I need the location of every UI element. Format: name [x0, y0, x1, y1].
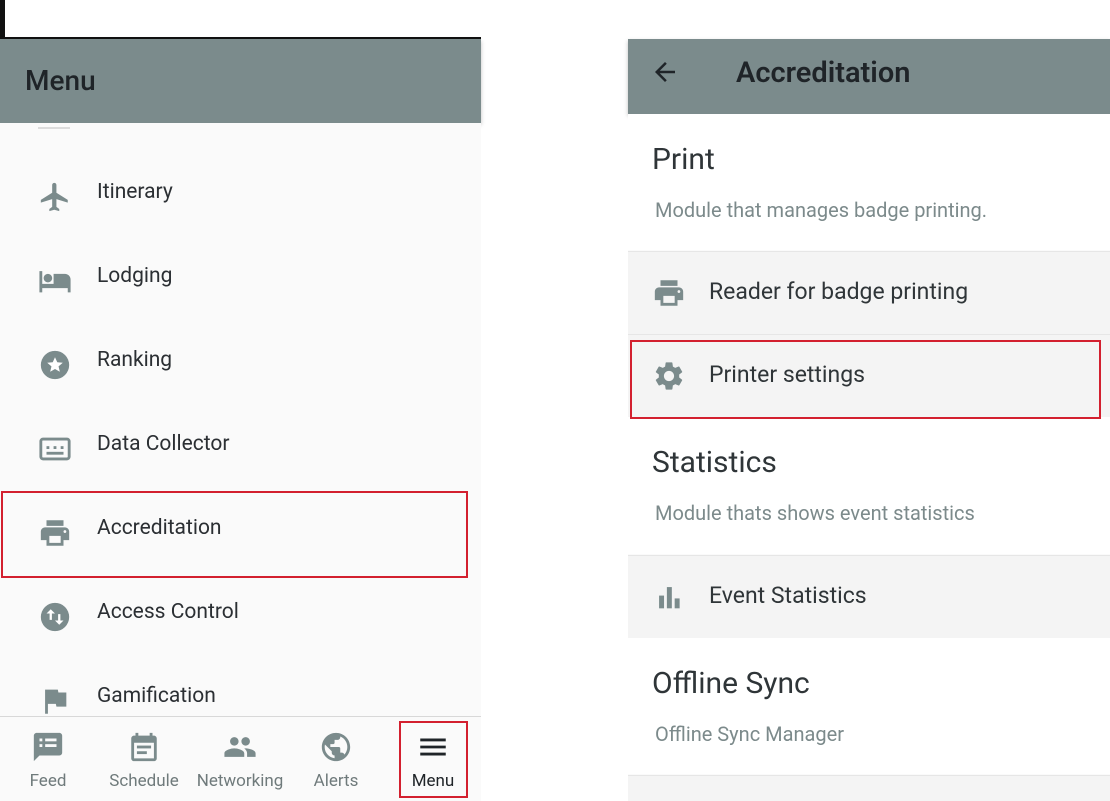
tab-label: Alerts: [313, 771, 359, 791]
section-offline-sync: Offline Sync Offline Sync Manager: [628, 638, 1110, 774]
people-icon: [224, 737, 256, 757]
status-area: [628, 0, 1110, 39]
highlight-printer-settings: [630, 340, 1101, 419]
row-reader-badge-printing[interactable]: Reader for badge printing: [628, 251, 1110, 334]
section-print: Print Module that manages badge printing…: [628, 114, 1110, 250]
menu-item-label: Itinerary: [97, 180, 173, 204]
back-arrow-icon[interactable]: [650, 57, 680, 87]
feed-icon: [33, 732, 63, 762]
tab-alerts[interactable]: Alerts: [288, 717, 384, 801]
menu-item-ranking[interactable]: Ranking: [0, 322, 481, 406]
menu-item-label: Lodging: [97, 264, 173, 288]
flag-icon: [45, 689, 67, 714]
menu-item-label: Gamification: [97, 684, 216, 708]
globe-icon: [321, 732, 351, 762]
airplane-icon: [40, 182, 68, 212]
bed-icon: [39, 271, 71, 293]
row-label: Event Statistics: [709, 582, 867, 609]
section-title: Statistics: [652, 445, 777, 480]
menu-item-itinerary[interactable]: Itinerary: [0, 154, 481, 238]
menu-item-access-control[interactable]: Access Control: [0, 574, 481, 658]
tab-feed[interactable]: Feed: [0, 717, 96, 801]
bar-chart-icon: [659, 587, 680, 609]
row-event-statistics[interactable]: Event Statistics: [628, 555, 1110, 638]
section-subtitle: Module that manages badge printing.: [655, 198, 988, 222]
highlight-menu-tab: [399, 721, 468, 798]
menu-item-label: Access Control: [97, 600, 239, 624]
list-item-partial: [38, 123, 70, 129]
tab-label: Networking: [196, 771, 284, 791]
calendar-icon: [131, 732, 157, 762]
menu-item-label: Ranking: [97, 348, 173, 372]
app-bar: Menu: [0, 39, 481, 123]
menu-item-data-collector[interactable]: Data Collector: [0, 406, 481, 490]
tab-label: Schedule: [109, 771, 179, 791]
section-subtitle: Offline Sync Manager: [655, 722, 844, 746]
screen-edge: [0, 0, 5, 38]
app-bar: Accreditation: [628, 39, 1110, 114]
printer-icon: [654, 280, 684, 306]
section-title: Offline Sync: [652, 666, 810, 701]
tab-networking[interactable]: Networking: [192, 717, 288, 801]
tab-label: Feed: [29, 771, 67, 791]
menu-item-gamification[interactable]: Gamification: [0, 658, 481, 717]
menu-item-lodging[interactable]: Lodging: [0, 238, 481, 322]
highlight-accreditation: [1, 491, 468, 578]
swap-vertical-icon: [40, 602, 70, 632]
row-partial: [628, 775, 1110, 801]
tab-schedule[interactable]: Schedule: [96, 717, 192, 801]
section-statistics: Statistics Module thats shows event stat…: [628, 417, 1110, 554]
row-label: Reader for badge printing: [709, 278, 969, 305]
app-bar-title: Accreditation: [736, 56, 911, 90]
menu-list: Itinerary Lodging Ranking Data Collector…: [0, 123, 481, 717]
keyboard-icon: [39, 437, 71, 461]
section-title: Print: [652, 142, 715, 177]
section-subtitle: Module thats shows event statistics: [655, 501, 975, 525]
menu-item-label: Data Collector: [97, 432, 230, 456]
accreditation-screen: Accreditation Print Module that manages …: [628, 0, 1110, 801]
menu-screen: Menu Itinerary Lodging Ranking Data Coll…: [0, 0, 481, 801]
star-badge-icon: [40, 350, 70, 380]
app-bar-title: Menu: [25, 64, 96, 97]
